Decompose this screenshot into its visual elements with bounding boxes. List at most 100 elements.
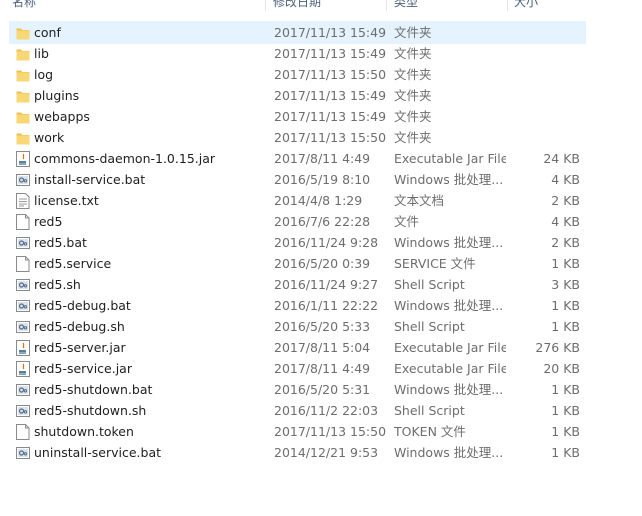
file-modified-date: 2017/11/13 15:50 bbox=[274, 67, 387, 82]
column-divider[interactable] bbox=[265, 0, 266, 11]
file-name: red5-shutdown.sh bbox=[34, 403, 147, 418]
file-row[interactable]: commons-daemon-1.0.15.jar 2017/8/11 4:49 E… bbox=[10, 148, 585, 169]
file-row[interactable]: red5 2016/7/6 22:28 文件 4 KB bbox=[10, 211, 585, 232]
file-row[interactable]: plugins 2017/11/13 15:49 文件夹 bbox=[10, 85, 585, 106]
blank-file-icon bbox=[16, 424, 30, 440]
file-row[interactable]: lib 2017/11/13 15:49 文件夹 bbox=[10, 43, 585, 64]
file-size: 24 KB bbox=[543, 151, 580, 166]
file-type: 文件夹 bbox=[394, 130, 432, 145]
file-modified-date: 2017/11/13 15:49 bbox=[274, 46, 387, 61]
file-name: uninstall-service.bat bbox=[34, 445, 162, 460]
column-divider[interactable] bbox=[386, 0, 387, 11]
jar-file-icon bbox=[16, 340, 30, 356]
file-size: 20 KB bbox=[543, 361, 580, 376]
file-row[interactable]: work 2017/11/13 15:50 文件夹 bbox=[10, 127, 585, 148]
file-type: 文件夹 bbox=[394, 67, 432, 82]
file-type: 文本文档 bbox=[394, 193, 445, 208]
file-size: 276 KB bbox=[535, 340, 580, 355]
file-type: SERVICE 文件 bbox=[394, 256, 476, 271]
file-name: red5.service bbox=[34, 256, 112, 271]
file-size: 1 KB bbox=[551, 298, 580, 313]
file-type: Windows 批处理... bbox=[394, 298, 504, 313]
file-name: plugins bbox=[34, 88, 80, 103]
file-type: 文件夹 bbox=[394, 25, 432, 40]
file-name: conf bbox=[34, 25, 61, 40]
file-row[interactable]: webapps 2017/11/13 15:49 文件夹 bbox=[10, 106, 585, 127]
batch-file-icon bbox=[16, 403, 30, 419]
batch-file-icon bbox=[16, 319, 30, 335]
file-row[interactable]: red5.sh 2016/11/24 9:27 Shell Script 3 KB bbox=[10, 274, 585, 295]
file-name: red5-shutdown.bat bbox=[34, 382, 153, 397]
file-size: 1 KB bbox=[551, 382, 580, 397]
file-row[interactable]: red5.bat 2016/11/24 9:28 Windows 批处理... 2 K… bbox=[10, 232, 585, 253]
file-modified-date: 2016/5/19 8:10 bbox=[274, 172, 371, 187]
file-type: Windows 批处理... bbox=[394, 172, 504, 187]
file-type: Executable Jar File bbox=[394, 361, 506, 376]
batch-file-icon bbox=[16, 298, 30, 314]
file-name: license.txt bbox=[34, 193, 99, 208]
file-modified-date: 2016/11/2 22:03 bbox=[274, 403, 379, 418]
file-row[interactable]: license.txt 2014/4/8 1:29 文本文档 2 KB bbox=[10, 190, 585, 211]
file-row[interactable]: red5-service.jar 2017/8/11 4:49 Executable… bbox=[10, 358, 585, 379]
file-modified-date: 2017/11/13 15:50 bbox=[274, 424, 387, 439]
file-modified-date: 2016/5/20 5:31 bbox=[274, 382, 371, 397]
file-name: red5.sh bbox=[34, 277, 81, 292]
file-type: Windows 批处理... bbox=[394, 235, 504, 250]
file-name: webapps bbox=[34, 109, 90, 124]
column-header-name[interactable]: 名称 bbox=[12, 0, 36, 11]
file-row[interactable]: red5.service 2016/5/20 0:39 SERVICE 文件 1 KB bbox=[10, 253, 585, 274]
file-type: Windows 批处理... bbox=[394, 445, 504, 460]
file-row[interactable]: red5-debug.bat 2016/1/11 22:22 Windows 批处理… bbox=[10, 295, 585, 316]
file-row[interactable]: red5-debug.sh 2016/5/20 5:33 Shell Script 1… bbox=[10, 316, 585, 337]
column-header-bar: 名称 修改日期 类型 大小 bbox=[0, 0, 590, 11]
file-row[interactable]: shutdown.token 2017/11/13 15:50 TOKEN 文件 1 … bbox=[10, 421, 585, 442]
file-type: Executable Jar File bbox=[394, 340, 506, 355]
column-header-date[interactable]: 修改日期 bbox=[273, 0, 321, 11]
file-modified-date: 2017/11/13 15:50 bbox=[274, 130, 387, 145]
column-header-type[interactable]: 类型 bbox=[394, 0, 418, 11]
file-row[interactable]: red5-server.jar 2017/8/11 5:04 Executable … bbox=[10, 337, 585, 358]
folder-icon bbox=[16, 25, 30, 41]
file-type: TOKEN 文件 bbox=[394, 424, 466, 439]
file-modified-date: 2016/5/20 0:39 bbox=[274, 256, 371, 271]
file-row[interactable]: conf 2017/11/13 15:49 文件夹 bbox=[9, 21, 586, 44]
file-name: red5-server.jar bbox=[34, 340, 126, 355]
file-modified-date: 2017/11/13 15:49 bbox=[274, 109, 387, 124]
text-file-icon bbox=[16, 193, 30, 209]
folder-icon bbox=[16, 67, 30, 83]
file-size: 4 KB bbox=[551, 172, 580, 187]
file-name: red5-debug.bat bbox=[34, 298, 131, 313]
file-type: 文件夹 bbox=[394, 46, 432, 61]
file-name: red5-service.jar bbox=[34, 361, 132, 376]
file-list: conf 2017/11/13 15:49 文件夹 lib 2017/11/13 15:… bbox=[9, 21, 586, 463]
file-name: install-service.bat bbox=[34, 172, 146, 187]
file-name: lib bbox=[34, 46, 49, 61]
folder-icon bbox=[16, 130, 30, 146]
file-modified-date: 2014/4/8 1:29 bbox=[274, 193, 363, 208]
file-modified-date: 2016/1/11 22:22 bbox=[274, 298, 379, 313]
column-divider[interactable] bbox=[507, 0, 508, 11]
folder-icon bbox=[16, 109, 30, 125]
file-row[interactable]: red5-shutdown.bat 2016/5/20 5:31 Windows 批… bbox=[10, 379, 585, 400]
batch-file-icon bbox=[16, 277, 30, 293]
file-row[interactable]: uninstall-service.bat 2014/12/21 9:53 Wind… bbox=[10, 442, 585, 463]
folder-icon bbox=[16, 88, 30, 104]
file-size: 1 KB bbox=[551, 319, 580, 334]
file-size: 1 KB bbox=[551, 445, 580, 460]
file-name: work bbox=[34, 130, 65, 145]
file-type: Shell Script bbox=[394, 277, 465, 292]
file-row[interactable]: install-service.bat 2016/5/19 8:10 Windows… bbox=[10, 169, 585, 190]
jar-file-icon bbox=[16, 151, 30, 167]
batch-file-icon bbox=[16, 172, 30, 188]
column-header-size[interactable]: 大小 bbox=[514, 0, 538, 11]
file-type: Windows 批处理... bbox=[394, 382, 504, 397]
folder-icon bbox=[16, 46, 30, 62]
file-size: 3 KB bbox=[551, 277, 580, 292]
file-name: red5 bbox=[34, 214, 63, 229]
file-type: 文件 bbox=[394, 214, 420, 229]
file-name: shutdown.token bbox=[34, 424, 134, 439]
file-row[interactable]: log 2017/11/13 15:50 文件夹 bbox=[10, 64, 585, 85]
blank-file-icon bbox=[16, 214, 30, 230]
file-row[interactable]: red5-shutdown.sh 2016/11/2 22:03 Shell Scr… bbox=[10, 400, 585, 421]
file-type: 文件夹 bbox=[394, 88, 432, 103]
